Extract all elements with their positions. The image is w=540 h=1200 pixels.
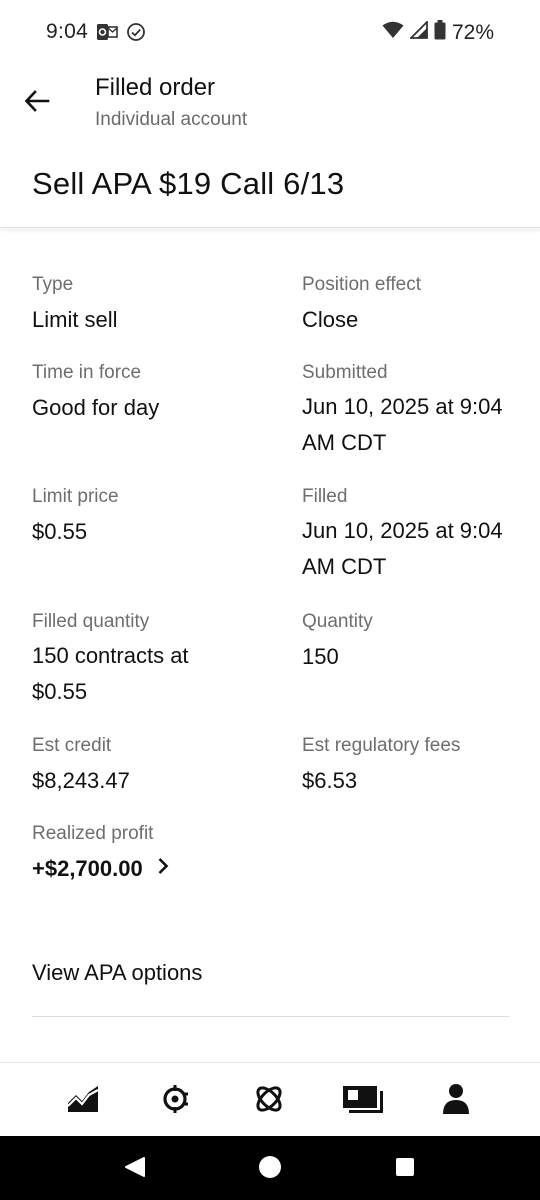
outlook-icon bbox=[96, 22, 118, 47]
filled-quantity-label: Filled quantity bbox=[32, 611, 150, 632]
divider bbox=[32, 1016, 509, 1017]
nav-investing[interactable] bbox=[61, 1079, 105, 1123]
est-regulatory-fees-label: Est regulatory fees bbox=[302, 735, 461, 756]
status-time: 9:04 bbox=[46, 20, 89, 43]
type-value: Limit sell bbox=[32, 307, 118, 332]
system-back-button[interactable] bbox=[122, 1156, 148, 1182]
filled-value: Jun 10, 2025 at 9:04 AM CDT bbox=[302, 513, 517, 585]
nav-account[interactable] bbox=[434, 1079, 478, 1123]
quantity-field: Quantity 150 bbox=[302, 610, 517, 675]
time-in-force-label: Time in force bbox=[32, 362, 142, 383]
realized-profit-field: Realized profit +$2,700.00 bbox=[32, 822, 332, 887]
est-credit-label: Est credit bbox=[32, 735, 112, 756]
status-left-icons bbox=[96, 22, 146, 47]
system-recents-button[interactable] bbox=[392, 1156, 418, 1182]
est-regulatory-fees-field: Est regulatory fees $6.53 bbox=[302, 734, 517, 799]
order-header: Filled order Individual account Sell APA… bbox=[0, 66, 540, 228]
battery-percent: 72% bbox=[451, 20, 494, 44]
limit-price-value: $0.55 bbox=[32, 519, 88, 544]
view-options-link[interactable]: View APA options bbox=[32, 960, 202, 986]
type-label: Type bbox=[32, 274, 74, 295]
submitted-value-line1: Jun 10, 2025 at 9:04 bbox=[302, 394, 503, 419]
nav-crypto[interactable] bbox=[153, 1079, 197, 1123]
time-in-force-value: Good for day bbox=[32, 395, 160, 420]
est-credit-field: Est credit $8,243.47 bbox=[32, 734, 252, 799]
chart-icon bbox=[67, 1085, 99, 1118]
cash-card-icon bbox=[342, 1084, 384, 1119]
arrow-left-icon bbox=[24, 89, 50, 117]
submitted-label: Submitted bbox=[302, 362, 388, 383]
order-title: Sell APA $19 Call 6/13 bbox=[32, 166, 345, 201]
submitted-value: Jun 10, 2025 at 9:04 AM CDT bbox=[302, 389, 517, 461]
filled-quantity-value-line1: 150 contracts at bbox=[32, 643, 189, 668]
realized-profit-label: Realized profit bbox=[32, 823, 154, 844]
realized-profit-value: +$2,700.00 bbox=[32, 856, 143, 881]
check-circle-icon bbox=[126, 22, 146, 47]
home-circle-icon bbox=[258, 1155, 282, 1184]
back-triangle-icon bbox=[124, 1156, 146, 1183]
type-field: Type Limit sell bbox=[32, 273, 252, 338]
page-subtitle: Individual account bbox=[95, 109, 248, 130]
est-regulatory-fees-value: $6.53 bbox=[302, 768, 358, 793]
filled-field: Filled Jun 10, 2025 at 9:04 AM CDT bbox=[302, 485, 517, 585]
status-bar: 9:04 72% bbox=[0, 0, 540, 66]
chevron-right-icon bbox=[157, 857, 169, 880]
position-effect-value: Close bbox=[302, 307, 359, 332]
limit-price-field: Limit price $0.55 bbox=[32, 485, 252, 550]
crypto-icon bbox=[160, 1082, 190, 1121]
filled-quantity-field: Filled quantity 150 contracts at $0.55 bbox=[32, 610, 252, 710]
position-effect-field: Position effect Close bbox=[302, 273, 517, 338]
discover-icon bbox=[252, 1082, 286, 1121]
nav-discover[interactable] bbox=[247, 1079, 291, 1123]
filled-value-line2: AM CDT bbox=[302, 554, 387, 579]
bottom-nav bbox=[0, 1062, 540, 1136]
battery-icon bbox=[434, 20, 446, 45]
position-effect-label: Position effect bbox=[302, 274, 422, 295]
submitted-value-line2: AM CDT bbox=[302, 430, 387, 455]
nav-cash[interactable] bbox=[341, 1079, 385, 1123]
time-in-force-field: Time in force Good for day bbox=[32, 361, 252, 426]
wifi-icon bbox=[382, 21, 404, 44]
filled-value-line1: Jun 10, 2025 at 9:04 bbox=[302, 518, 503, 543]
android-nav-bar bbox=[0, 1136, 540, 1200]
est-credit-value: $8,243.47 bbox=[32, 768, 130, 793]
submitted-field: Submitted Jun 10, 2025 at 9:04 AM CDT bbox=[302, 361, 517, 461]
filled-quantity-value: 150 contracts at $0.55 bbox=[32, 638, 252, 710]
account-icon bbox=[442, 1083, 470, 1120]
recents-square-icon bbox=[394, 1156, 416, 1183]
quantity-label: Quantity bbox=[302, 611, 373, 632]
filled-label: Filled bbox=[302, 486, 348, 507]
quantity-value: 150 bbox=[302, 644, 339, 669]
page-title: Filled order bbox=[95, 74, 216, 101]
limit-price-label: Limit price bbox=[32, 486, 119, 507]
system-home-button[interactable] bbox=[257, 1155, 283, 1184]
signal-icon bbox=[408, 19, 428, 44]
realized-profit-link[interactable]: +$2,700.00 bbox=[32, 850, 332, 887]
status-right: 72% bbox=[382, 19, 494, 45]
back-button[interactable] bbox=[20, 86, 54, 120]
filled-quantity-value-line2: $0.55 bbox=[32, 679, 88, 704]
